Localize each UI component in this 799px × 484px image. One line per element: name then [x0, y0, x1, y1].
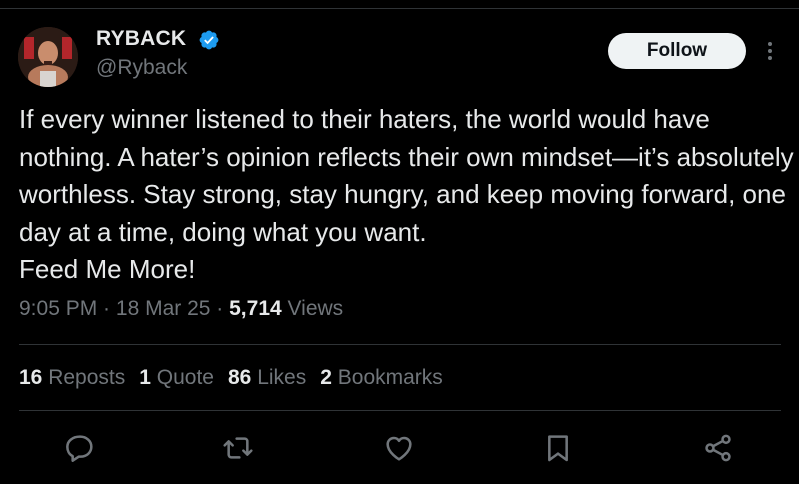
avatar-image	[18, 27, 78, 87]
repost-icon	[223, 437, 253, 459]
reposts-stat[interactable]: 16 Reposts	[19, 366, 125, 390]
reposts-label: Reposts	[48, 366, 126, 389]
tweet-text: If every winner listened to their haters…	[19, 104, 794, 284]
tweet-date[interactable]: 18 Mar 25	[116, 297, 211, 320]
bookmarks-stat[interactable]: 2 Bookmarks	[320, 366, 443, 390]
reposts-count: 16	[19, 366, 43, 389]
divider	[19, 344, 781, 345]
like-button[interactable]	[383, 432, 415, 464]
bookmarks-label: Bookmarks	[337, 366, 443, 389]
quotes-stat[interactable]: 1 Quote	[139, 366, 214, 390]
top-divider	[0, 8, 799, 9]
reply-button[interactable]	[64, 432, 96, 464]
likes-stat[interactable]: 86 Likes	[228, 366, 306, 390]
reply-icon	[66, 435, 93, 462]
like-icon	[386, 436, 412, 461]
meta-separator: ·	[210, 297, 230, 320]
likes-label: Likes	[257, 366, 307, 389]
display-name[interactable]: RYBACK	[96, 27, 186, 51]
tweet-meta: 9:05 PM · 18 Mar 25 · 5,714 Views	[19, 297, 343, 321]
follow-button[interactable]: Follow	[608, 33, 746, 69]
quotes-label: Quote	[156, 366, 214, 389]
bookmark-button[interactable]	[542, 432, 574, 464]
bookmarks-count: 2	[320, 366, 332, 389]
divider	[19, 410, 781, 411]
bookmark-icon	[548, 435, 568, 462]
tweet-time[interactable]: 9:05 PM	[19, 297, 97, 320]
repost-button[interactable]	[222, 432, 254, 464]
views-count: 5,714	[229, 297, 282, 320]
avatar[interactable]	[18, 27, 78, 87]
share-icon	[705, 434, 731, 462]
share-button[interactable]	[702, 432, 734, 464]
likes-count: 86	[228, 366, 252, 389]
quotes-count: 1	[139, 366, 151, 389]
author-handle[interactable]: @Ryback	[96, 56, 187, 80]
meta-separator: ·	[97, 297, 116, 320]
more-options-icon[interactable]	[760, 38, 780, 64]
engagement-stats: 16 Reposts 1 Quote 86 Likes 2 Bookmarks	[19, 366, 457, 390]
views-label: Views	[287, 297, 344, 320]
verified-badge-icon	[199, 30, 219, 50]
